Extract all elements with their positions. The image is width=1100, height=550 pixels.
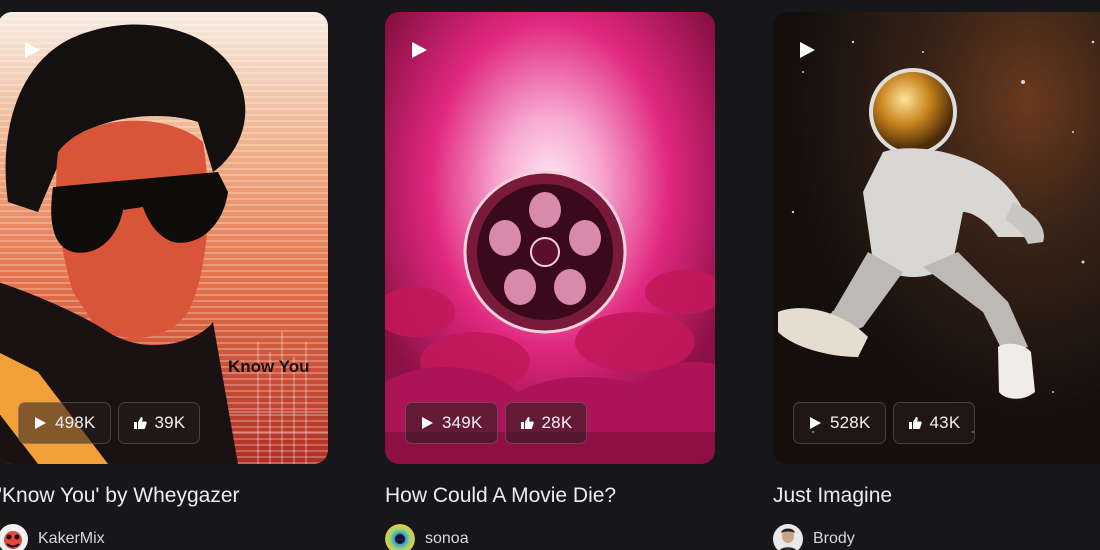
like-button[interactable]: 39K <box>117 402 201 444</box>
thumbs-up-icon <box>520 417 534 429</box>
play-icon <box>422 417 433 429</box>
song-cover[interactable]: 349K 28K <box>385 12 715 464</box>
author-link[interactable]: KakerMix <box>0 524 105 550</box>
play-icon[interactable] <box>409 40 429 60</box>
play-icon[interactable] <box>797 40 817 60</box>
song-cover[interactable]: 528K 43K <box>773 12 1100 464</box>
author-link[interactable]: Brody <box>773 524 855 550</box>
cover-art-astronaut <box>773 12 1100 464</box>
stats-row: 528K 43K <box>793 402 976 444</box>
song-grid: Know You 498K 39K 'Know You' by Wheygaze… <box>0 0 1100 550</box>
play-icon <box>810 417 821 429</box>
author-name: sonoa <box>425 530 469 547</box>
thumbs-up-icon <box>908 417 922 429</box>
play-count-button[interactable]: 528K <box>793 402 886 444</box>
cover-art-film-reel <box>385 12 715 464</box>
stats-row: 498K 39K <box>18 402 201 444</box>
author-name: Brody <box>813 530 855 547</box>
stats-row: 349K 28K <box>405 402 588 444</box>
play-count: 528K <box>830 413 871 432</box>
song-card[interactable]: Know You 498K 39K 'Know You' by Wheygaze… <box>0 12 328 550</box>
cover-art-portrait <box>0 12 328 464</box>
cover-overlay-text: Know You <box>228 357 310 376</box>
author-name: KakerMix <box>38 530 105 547</box>
like-count: 43K <box>929 413 961 432</box>
song-cover[interactable]: Know You 498K 39K <box>0 12 328 464</box>
song-title[interactable]: How Could A Movie Die? <box>385 484 616 508</box>
song-card[interactable]: 349K 28K How Could A Movie Die? sonoa <box>385 12 715 550</box>
avatar <box>0 524 28 550</box>
thumbs-up-icon <box>133 417 147 429</box>
song-title[interactable]: 'Know You' by Wheygazer <box>0 484 240 508</box>
play-count: 498K <box>55 413 96 432</box>
play-count-button[interactable]: 498K <box>18 402 111 444</box>
play-icon[interactable] <box>22 40 42 60</box>
like-button[interactable]: 28K <box>504 402 588 444</box>
play-count: 349K <box>442 413 483 432</box>
avatar <box>773 524 803 550</box>
like-button[interactable]: 43K <box>892 402 976 444</box>
avatar <box>385 524 415 550</box>
song-card[interactable]: 528K 43K Just Imagine Brody <box>773 12 1100 550</box>
play-icon <box>35 417 46 429</box>
like-count: 28K <box>541 413 573 432</box>
play-count-button[interactable]: 349K <box>405 402 498 444</box>
like-count: 39K <box>154 413 186 432</box>
author-link[interactable]: sonoa <box>385 524 469 550</box>
song-title[interactable]: Just Imagine <box>773 484 892 508</box>
